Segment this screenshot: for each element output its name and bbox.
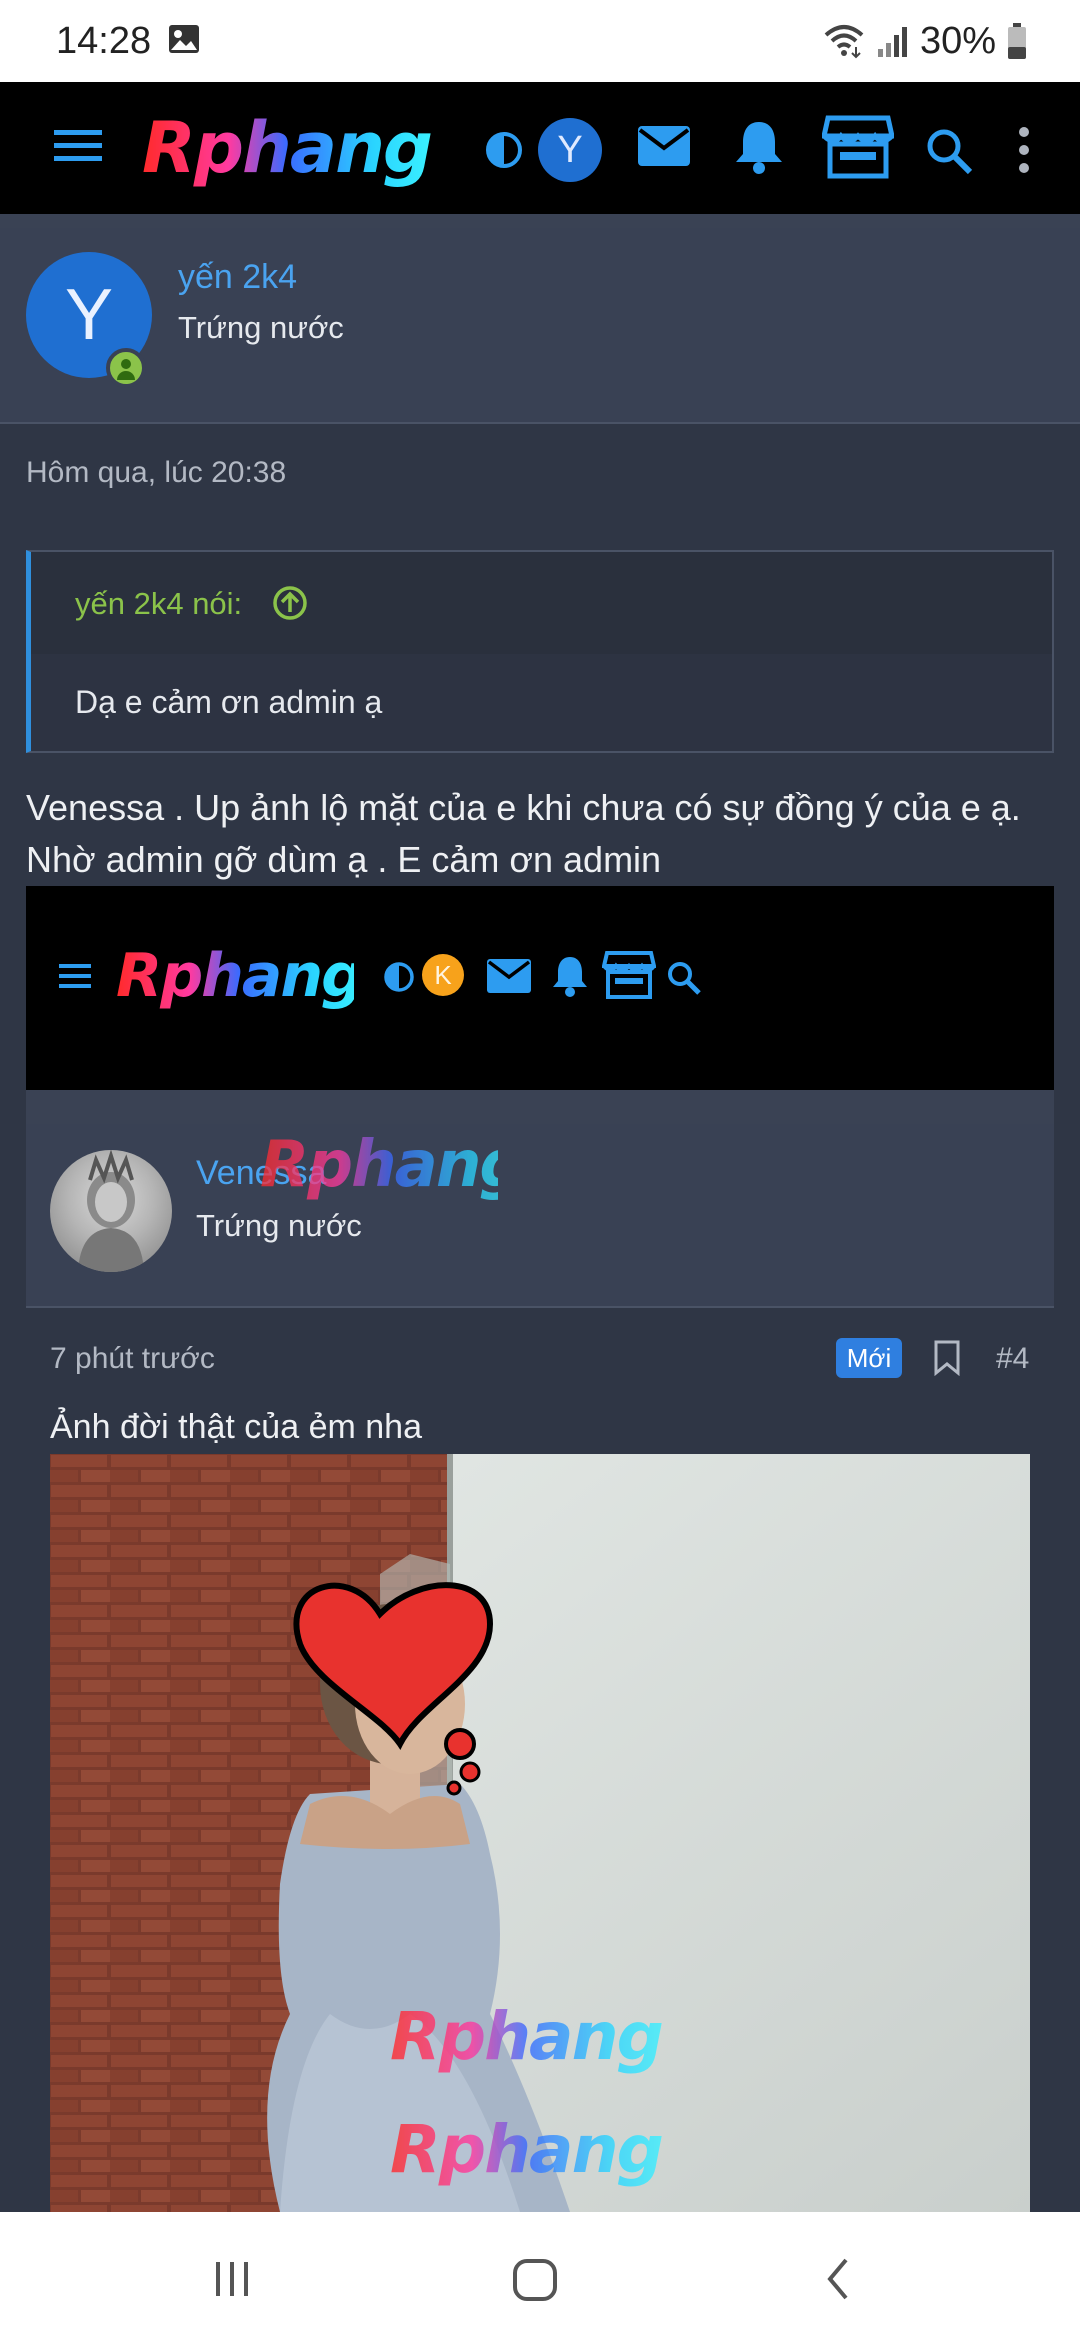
site-logo[interactable]: Rphang <box>138 110 448 190</box>
status-bar: 14:28 30% <box>0 0 1080 82</box>
embedded-post-time: 7 phút trước <box>50 1342 215 1375</box>
post-timestamp[interactable]: Hôm qua, lúc 20:38 <box>26 456 286 490</box>
store-icon <box>602 951 656 999</box>
embedded-logo-text: Rphang <box>116 942 354 1011</box>
back-icon[interactable] <box>822 2256 854 2302</box>
quote-block: yến 2k4 nói: Dạ e cảm ơn admin ạ <box>26 550 1054 753</box>
arrow-up-circle-icon[interactable] <box>271 584 309 622</box>
post-author-card: Y yến 2k4 Trứng nước <box>0 228 1080 424</box>
quote-text: Dạ e cảm ơn admin ạ <box>75 684 383 720</box>
store-icon[interactable] <box>822 114 894 180</box>
embedded-author-role: Trứng nước <box>196 1208 362 1243</box>
post-message-line: Venessa . Up ảnh lộ mặt của e khi chưa c… <box>26 787 1021 828</box>
post-message-line: Nhờ admin gỡ dùm ạ . E cảm ơn admin <box>26 839 662 880</box>
mail-icon <box>487 959 531 993</box>
status-time: 14:28 <box>56 20 152 62</box>
header-avatar[interactable]: Y <box>538 118 602 182</box>
mail-icon[interactable] <box>636 124 692 168</box>
home-icon[interactable] <box>512 2258 560 2302</box>
author-role: Trứng nước <box>178 310 344 345</box>
embedded-logo: Rphang <box>116 942 354 1011</box>
search-icon <box>668 962 701 995</box>
embedded-app-header: Rphang K <box>26 886 1054 1090</box>
embedded-author-card: Venessa Trứng nước Rphang <box>26 1124 1054 1308</box>
embedded-screenshot-image[interactable]: Rphang K Venessa Trứng nước Rphang 7 phú… <box>26 886 1054 2212</box>
signal-icon <box>877 27 907 57</box>
system-nav-bar <box>0 2212 1080 2340</box>
embedded-post-text: Ảnh đời thật của ẻm nha <box>50 1408 422 1446</box>
logo-text: Rphang <box>142 110 431 189</box>
battery-text: 30% <box>919 19 996 62</box>
embedded-header-gap <box>26 1090 1054 1124</box>
embedded-avatar: K <box>422 954 464 996</box>
online-status-icon <box>106 348 146 388</box>
more-vert-icon[interactable] <box>1014 124 1034 176</box>
photo-scene: Rphang Rphang <box>50 1454 1030 2212</box>
search-icon[interactable] <box>924 126 974 176</box>
post-message: Venessa . Up ảnh lộ mặt của e khi chưa c… <box>26 782 1066 886</box>
header-gap <box>0 214 1080 228</box>
gallery-icon <box>169 25 199 53</box>
app-header: Rphang Y <box>0 82 1080 214</box>
quote-author[interactable]: yến 2k4 nói: <box>75 586 242 622</box>
menu-icon[interactable] <box>52 126 104 166</box>
bell-icon[interactable] <box>732 118 786 176</box>
menu-icon <box>59 964 91 988</box>
bookmark-icon <box>934 1340 960 1376</box>
watermark-text: Rphang <box>260 1128 498 1202</box>
theme-toggle-icon <box>384 962 414 992</box>
new-badge: Mới <box>836 1338 902 1378</box>
photo-watermark-text: Rphang <box>390 2111 663 2188</box>
statue-avatar-icon <box>78 1150 144 1272</box>
author-name[interactable]: yến 2k4 <box>178 258 297 297</box>
avatar <box>50 1150 172 1272</box>
post-number: #4 <box>996 1342 1030 1375</box>
bell-icon <box>553 957 587 997</box>
battery-icon <box>1008 23 1026 59</box>
recent-apps-icon[interactable] <box>212 2258 252 2298</box>
watermark-logo: Rphang <box>260 1128 498 1202</box>
wifi-icon <box>824 25 864 59</box>
photo-watermark-text: Rphang <box>390 1998 663 2075</box>
quote-header: yến 2k4 nói: <box>31 552 1052 654</box>
theme-toggle-icon[interactable] <box>484 130 524 170</box>
embedded-post-photo: Rphang Rphang <box>50 1454 1030 2212</box>
